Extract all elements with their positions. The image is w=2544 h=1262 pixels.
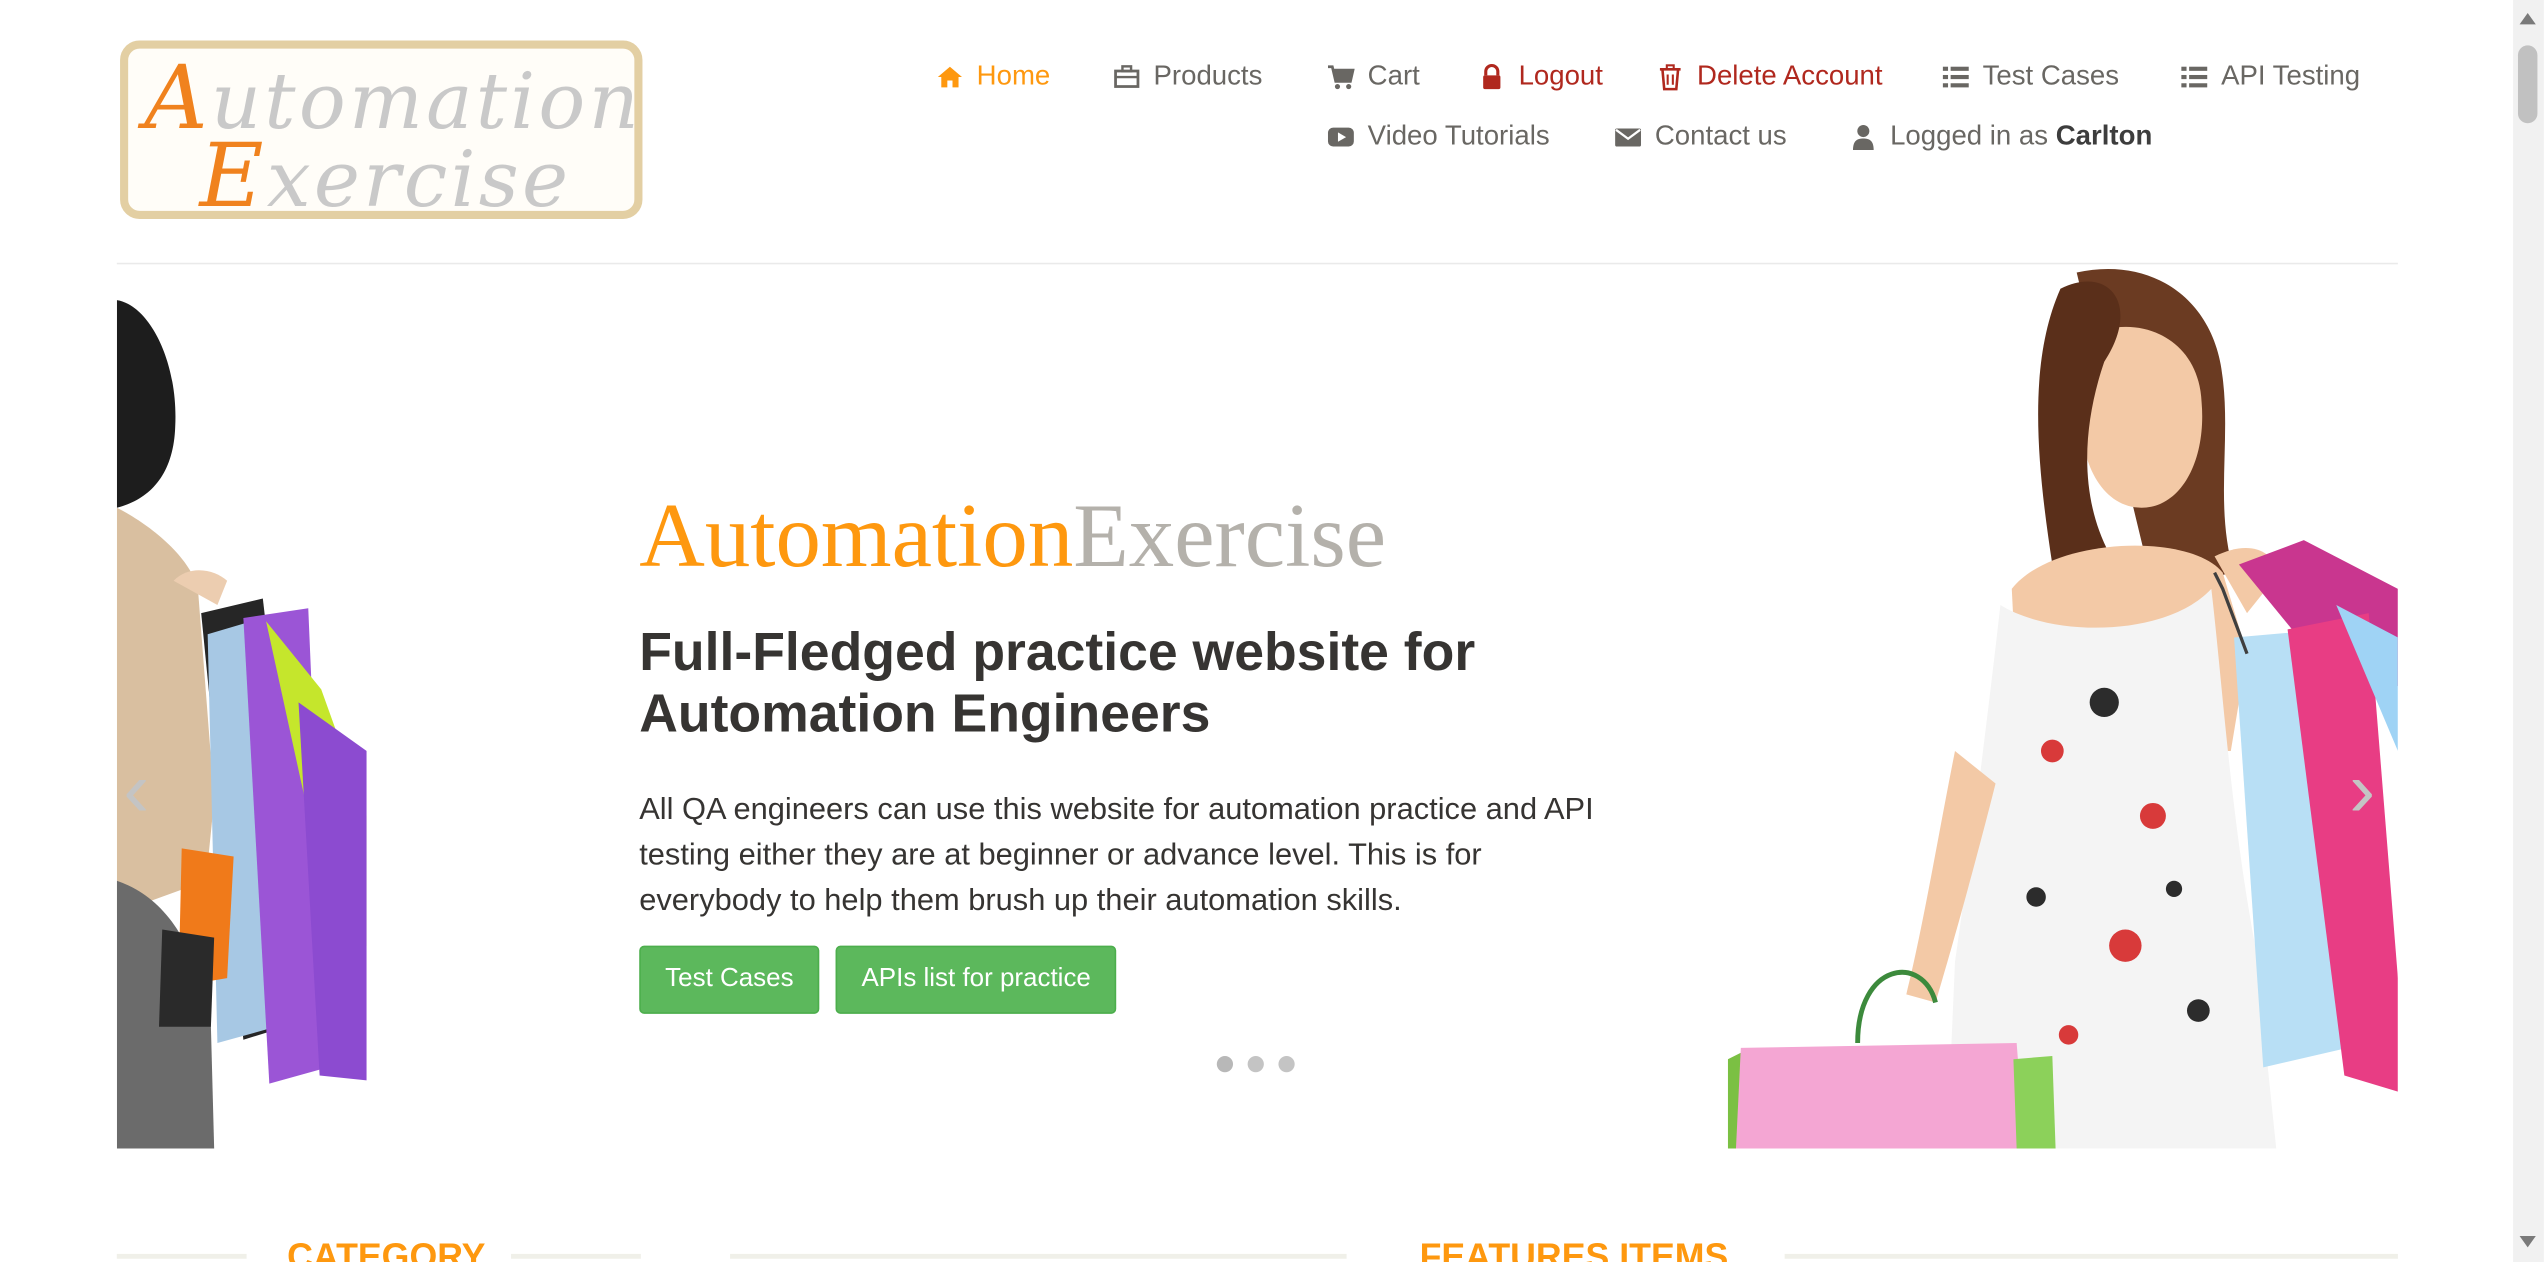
features-rule-right	[1784, 1253, 2398, 1259]
carousel-next-arrow[interactable]: ›	[2349, 750, 2391, 832]
logo-line-2: Exercise	[199, 124, 572, 228]
nav-cart[interactable]: Cart	[1327, 60, 1420, 92]
scroll-down-arrow-icon[interactable]	[2519, 1236, 2536, 1248]
envelope-icon	[1615, 127, 1642, 146]
carousel-prev-arrow[interactable]: ‹	[123, 750, 165, 832]
list-icon	[2181, 65, 2208, 87]
nav-contact-us-label: Contact us	[1654, 120, 1787, 151]
trash-icon	[1659, 63, 1681, 90]
nav-video-tutorials[interactable]: Video Tutorials	[1327, 120, 1550, 152]
category-rule-left	[116, 1253, 247, 1259]
lock-icon	[1483, 63, 1501, 89]
hero-brand-title: AutomationExercise	[639, 491, 1386, 582]
carousel-dot[interactable]	[1247, 1055, 1264, 1073]
hero-headline: Full-Fledged practice website for Automa…	[639, 621, 1476, 743]
home-icon	[937, 65, 962, 87]
nav-products-label: Products	[1153, 60, 1263, 91]
nav-products[interactable]: Products	[1113, 60, 1262, 92]
nav-cart-label: Cart	[1367, 60, 1420, 91]
features-items-title: FEATURES ITEMS	[1419, 1236, 1729, 1262]
logged-in-prefix: Logged in as	[1890, 120, 2049, 151]
nav-contact-us[interactable]: Contact us	[1614, 120, 1787, 152]
slide-image-left	[116, 264, 377, 1149]
slide-image-right	[1727, 268, 2398, 1149]
scroll-up-arrow-icon[interactable]	[2519, 12, 2536, 25]
category-title: CATEGORY	[287, 1236, 486, 1262]
briefcase-icon	[1114, 64, 1140, 88]
carousel-dot[interactable]	[1216, 1055, 1234, 1073]
features-rule-left	[730, 1253, 1347, 1259]
hero-description: All QA engineers can use this website fo…	[639, 793, 1594, 919]
user-icon	[1852, 124, 1874, 150]
nav-logout-label: Logout	[1518, 60, 1603, 91]
nav-home[interactable]: Home	[936, 60, 1050, 92]
site-logo[interactable]: Automation Exercise	[120, 40, 643, 228]
nav-delete-account[interactable]: Delete Account	[1656, 60, 1883, 92]
hero-brand-secondary: Exercise	[1073, 486, 1387, 588]
nav-api-testing-label: API Testing	[2221, 60, 2361, 91]
hero-carousel: AutomationExercise Full-Fledged practice…	[116, 264, 2398, 1149]
nav-api-testing[interactable]: API Testing	[2181, 60, 2361, 92]
carousel-indicators	[1216, 1055, 1295, 1073]
nav-video-tutorials-label: Video Tutorials	[1367, 120, 1550, 151]
logged-in-username: Carlton	[2055, 120, 2153, 151]
nav-test-cases-label: Test Cases	[1982, 60, 2120, 91]
nav-home-label: Home	[976, 60, 1051, 91]
test-cases-button[interactable]: Test Cases	[639, 945, 820, 1014]
category-rule-right	[511, 1253, 641, 1259]
hero-brand-primary: Automation	[639, 486, 1074, 588]
nav-logout[interactable]: Logout	[1478, 60, 1603, 92]
youtube-play-icon	[1327, 126, 1354, 146]
page-scrollbar[interactable]	[2513, 0, 2544, 1262]
apis-list-button[interactable]: APIs list for practice	[835, 945, 1117, 1014]
list-icon	[1942, 65, 1969, 87]
page: Automation Exercise Home Products Cart L…	[0, 0, 2544, 1262]
nav-test-cases[interactable]: Test Cases	[1942, 60, 2119, 92]
carousel-dot[interactable]	[1278, 1055, 1295, 1073]
cart-icon	[1327, 64, 1355, 89]
nav-delete-account-label: Delete Account	[1697, 60, 1883, 91]
scrollbar-thumb[interactable]	[2517, 45, 2538, 124]
nav-logged-in-as: Logged in as Carlton	[1850, 120, 2153, 152]
